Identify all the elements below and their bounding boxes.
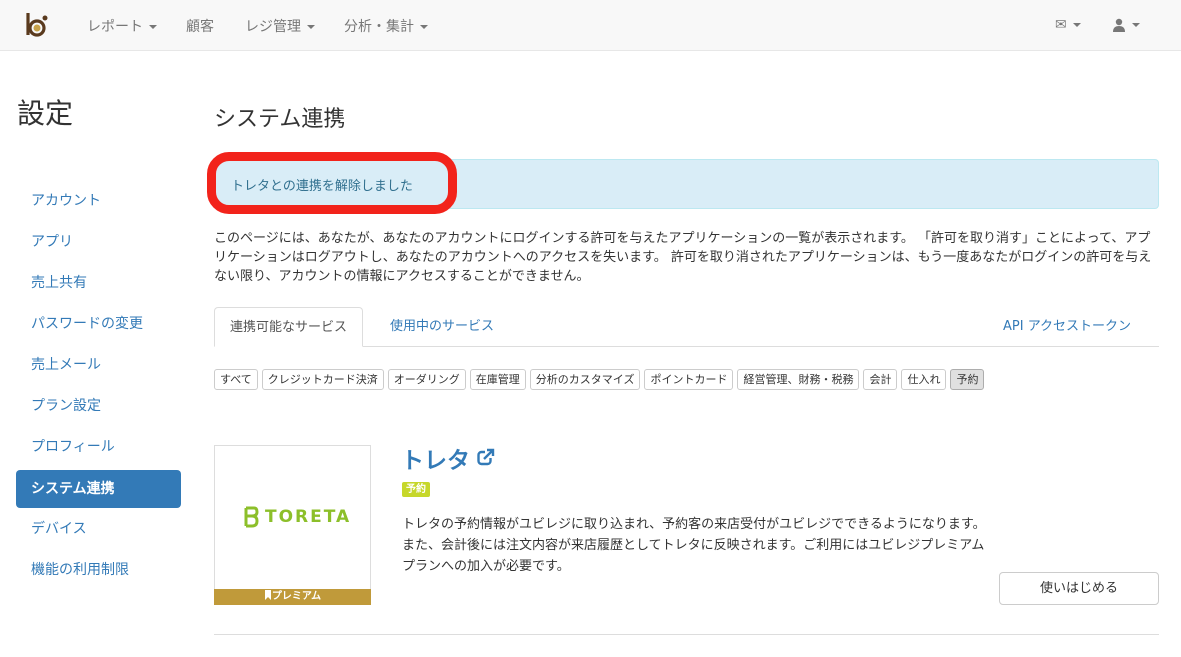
tab-api-access-token[interactable]: API アクセストークン <box>988 307 1146 347</box>
sidebar-item-apps[interactable]: アプリ <box>16 223 181 261</box>
external-link-icon[interactable] <box>477 448 495 466</box>
sidebar-item-password[interactable]: パスワードの変更 <box>16 305 181 343</box>
sidebar-item-plan[interactable]: プラン設定 <box>16 387 181 425</box>
category-badge: 予約 <box>402 482 430 497</box>
caret-down-icon <box>149 25 157 29</box>
caret-down-icon <box>1132 23 1140 27</box>
filter-management-finance[interactable]: 経営管理、財務・税務 <box>737 369 860 390</box>
caret-down-icon <box>420 25 428 29</box>
toreta-logo-text: TORETA <box>265 507 352 527</box>
toreta-mark-icon <box>244 506 259 528</box>
top-navbar: レポート 顧客 レジ管理 分析・集計 ✉ <box>0 0 1181 51</box>
service-title-link[interactable]: トレタ <box>401 441 470 475</box>
filter-all[interactable]: すべて <box>214 369 258 390</box>
user-menu[interactable] <box>1112 17 1140 33</box>
service-description: トレタの予約情報がユビレジに取り込まれ、予約客の来店受付がユビレジでできるように… <box>402 517 986 574</box>
sidebar-item-system-integration[interactable]: システム連携 <box>16 470 181 508</box>
filter-purchasing[interactable]: 仕入れ <box>901 369 947 390</box>
bookmark-icon <box>264 590 271 600</box>
tab-services-in-use[interactable]: 使用中のサービス <box>375 307 509 347</box>
nav-reports[interactable]: レポート <box>87 16 157 36</box>
user-icon <box>1113 18 1125 32</box>
page-title: システム連携 <box>214 107 346 132</box>
filter-analytics-customize[interactable]: 分析のカスタマイズ <box>529 369 641 390</box>
sidebar-item-sales-mail[interactable]: 売上メール <box>16 346 181 384</box>
sidebar-item-account[interactable]: アカウント <box>16 182 181 220</box>
premium-label: プレミアム <box>271 591 322 602</box>
filter-point-card[interactable]: ポイントカード <box>644 369 734 390</box>
filter-ordering[interactable]: オーダリング <box>387 369 466 390</box>
sidebar-item-devices[interactable]: デバイス <box>16 510 181 548</box>
toreta-logo: TORETA <box>243 506 351 528</box>
mail-menu[interactable]: ✉ <box>1055 17 1081 33</box>
mail-icon: ✉ <box>1055 17 1067 33</box>
sidebar-item-feature-limits[interactable]: 機能の利用制限 <box>16 551 181 589</box>
category-filters: すべて クレジットカード決済 オーダリング 在庫管理 分析のカスタマイズ ポイン… <box>214 369 985 390</box>
caret-down-icon <box>307 25 315 29</box>
card-divider <box>214 634 1159 635</box>
alert-message: トレタとの連携を解除しました <box>231 179 413 194</box>
page-description: このページには、あなたが、あなたのアカウントにログインする許可を与えたアプリケー… <box>214 231 1152 284</box>
sidebar-item-profile[interactable]: プロフィール <box>16 428 181 466</box>
sidebar-item-sales-share[interactable]: 売上共有 <box>16 264 181 302</box>
start-using-button[interactable]: 使いはじめる <box>999 572 1159 605</box>
tab-available-services[interactable]: 連携可能なサービス <box>214 307 364 347</box>
toreta-logo-card[interactable]: TORETA プレミアム <box>214 445 371 605</box>
ubiregi-logo-icon[interactable] <box>22 11 50 39</box>
filter-inventory[interactable]: 在庫管理 <box>469 369 526 390</box>
filter-credit-card[interactable]: クレジットカード決済 <box>261 369 384 390</box>
caret-down-icon <box>1072 23 1081 27</box>
sidebar-title: 設定 <box>17 97 74 130</box>
filter-reservation[interactable]: 予約 <box>950 369 985 390</box>
nav-register[interactable]: レジ管理 <box>245 16 315 36</box>
nav-analytics[interactable]: 分析・集計 <box>344 16 428 36</box>
premium-bar: プレミアム <box>214 589 371 605</box>
filter-accounting[interactable]: 会計 <box>863 369 898 390</box>
nav-customers[interactable]: 顧客 <box>186 16 214 36</box>
